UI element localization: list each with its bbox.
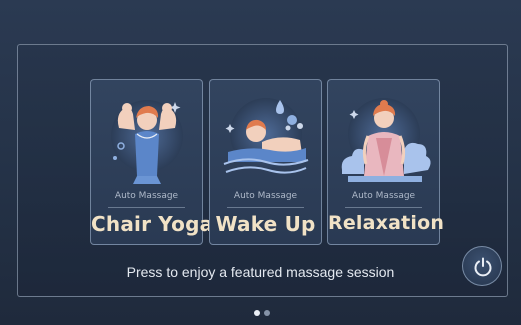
page-dot-active[interactable]	[254, 310, 260, 316]
calm-woman-icon	[341, 98, 431, 182]
wake-up-card[interactable]: Auto Massage Wake Up	[209, 79, 322, 245]
card-category: Auto Massage	[114, 191, 179, 201]
card-title: Relaxation	[328, 212, 445, 234]
card-divider	[227, 207, 304, 208]
card-divider	[108, 207, 185, 208]
lying-woman-icon	[223, 98, 309, 174]
relaxation-card[interactable]: Auto Massage Relaxation	[327, 79, 445, 245]
arms-flex-icon	[111, 100, 183, 184]
page-dot-inactive[interactable]	[264, 310, 270, 316]
card-title: Chair Yoga	[91, 212, 214, 236]
chair-yoga-card[interactable]: Auto Massage Chair Yoga	[90, 79, 214, 245]
page-indicator	[254, 310, 274, 318]
power-icon	[474, 257, 492, 277]
prompt-text: Press to enjoy a featured massage sessio…	[126, 264, 395, 280]
card-category: Auto Massage	[351, 191, 416, 201]
card-title: Wake Up	[215, 212, 316, 236]
card-divider	[345, 207, 422, 208]
power-button[interactable]	[462, 246, 502, 286]
card-category: Auto Massage	[233, 191, 298, 201]
